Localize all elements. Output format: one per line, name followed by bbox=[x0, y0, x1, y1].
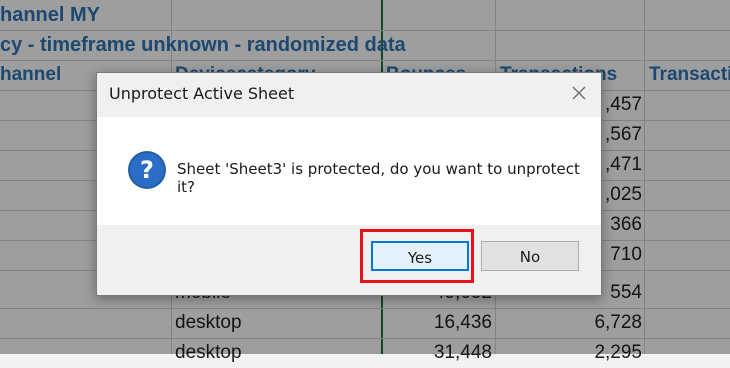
no-button[interactable]: No bbox=[481, 241, 579, 271]
dialog-title: Unprotect Active Sheet bbox=[109, 84, 295, 103]
question-icon: ? bbox=[127, 150, 167, 190]
dialog-body: ? Sheet 'Sheet3' is protected, do you wa… bbox=[97, 117, 601, 225]
dialog-message: Sheet 'Sheet3' is protected, do you want… bbox=[177, 160, 580, 196]
svg-text:?: ? bbox=[140, 156, 154, 184]
yes-button[interactable]: Yes bbox=[371, 241, 469, 271]
close-icon[interactable] bbox=[567, 81, 591, 105]
unprotect-sheet-dialog: Unprotect Active Sheet ? Sheet 'Sheet3' … bbox=[96, 72, 602, 296]
